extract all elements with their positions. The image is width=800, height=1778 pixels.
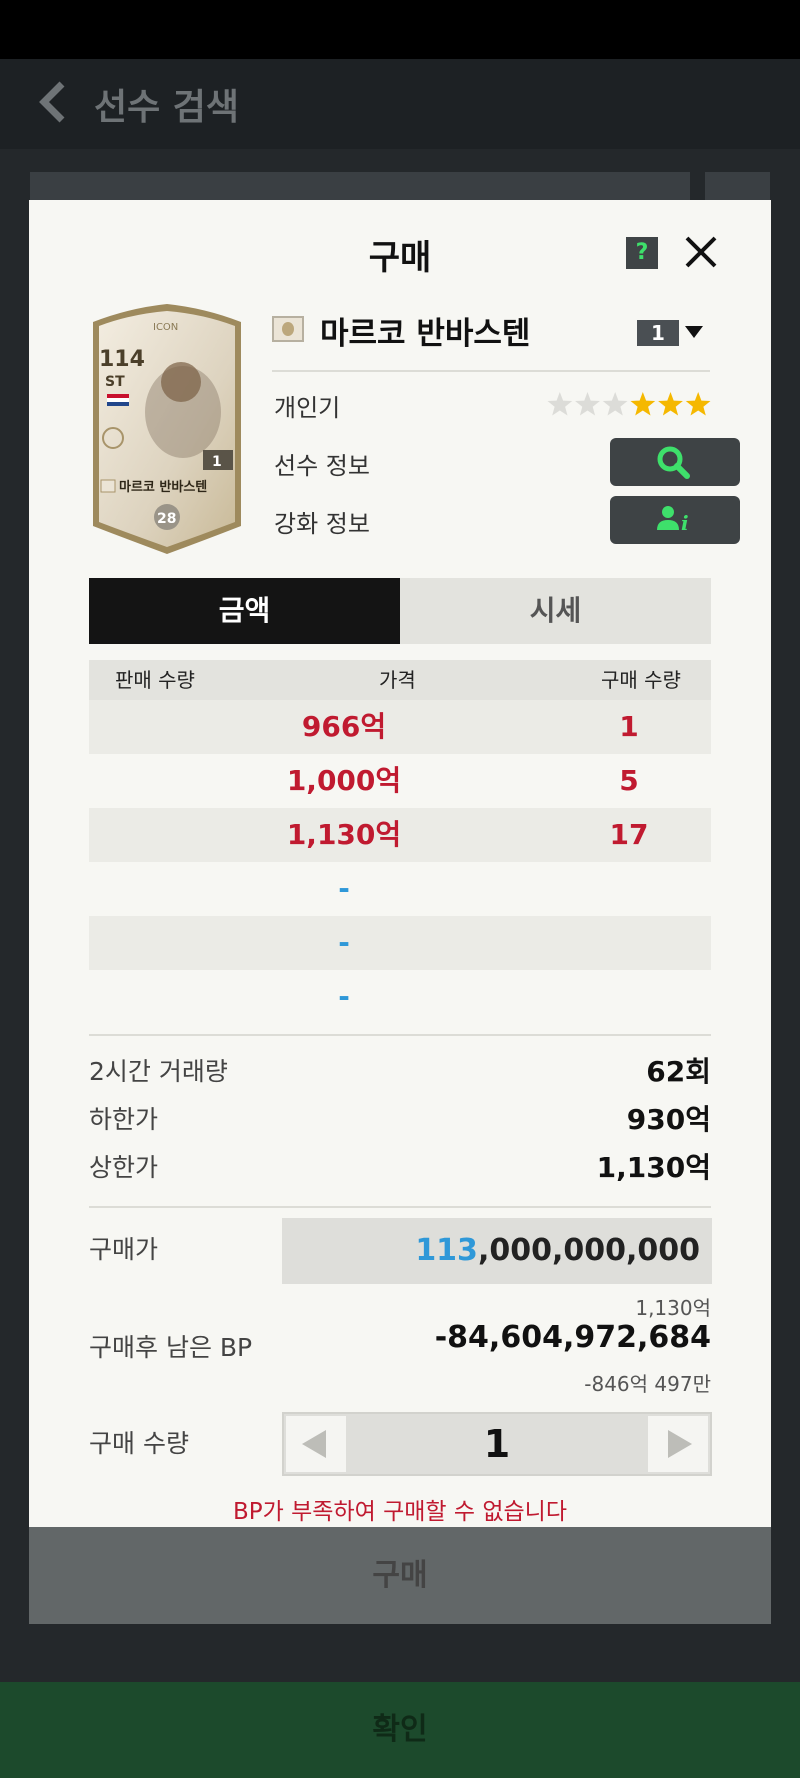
card-rating: 114 <box>99 347 145 372</box>
player-card: ICON 114 ST 1 마르코 반바스텐 28 <box>93 304 241 554</box>
remaining-bp-value: -84,604,972,684 <box>434 1320 711 1355</box>
player-info-button[interactable] <box>610 438 740 486</box>
quantity-value: 1 <box>483 1422 511 1466</box>
row-price: - <box>338 980 350 1013</box>
volume-label: 2시간 거래량 <box>89 1057 228 1086</box>
table-row: - <box>89 862 711 916</box>
quantity-stepper[interactable]: 1 <box>282 1412 712 1476</box>
row-qty: 1 <box>619 710 639 743</box>
close-icon[interactable] <box>679 230 723 274</box>
card-grade-badge: 1 <box>212 454 222 470</box>
popularity-label: 개인기 <box>274 394 341 422</box>
chevron-down-icon[interactable] <box>685 326 703 338</box>
player-name: 마르코 반바스텐 <box>320 316 531 352</box>
purchase-modal: 구매 ? ICON 114 ST 1 마르코 반바스텐 28 마르코 반바스텐 … <box>29 200 771 1624</box>
min-price-label: 하한가 <box>89 1105 159 1134</box>
popularity-stars <box>547 392 711 416</box>
user-info-icon: i <box>657 506 689 535</box>
divider <box>89 1034 711 1036</box>
tab-price[interactable]: 금액 <box>89 578 400 644</box>
row-price: 1,130억 <box>286 818 402 851</box>
increase-button[interactable] <box>648 1416 708 1472</box>
row-price: 966억 <box>301 710 387 743</box>
tab-market[interactable]: 시세 <box>400 578 711 644</box>
remaining-bp-label: 구매후 남은 BP <box>89 1333 253 1362</box>
decrease-button[interactable] <box>286 1416 346 1472</box>
table-row: - <box>89 970 711 1024</box>
star-filled-icon <box>685 392 711 416</box>
divider <box>89 1206 711 1208</box>
help-icon[interactable]: ? <box>626 237 658 269</box>
star-empty-icon <box>602 392 628 416</box>
buy-price-label: 구매가 <box>89 1235 159 1264</box>
row-qty: 17 <box>609 818 649 851</box>
card-position: ST <box>105 374 125 390</box>
svg-text:i: i <box>681 511 689 535</box>
search-icon <box>657 446 690 479</box>
table-row[interactable]: 966억 1 <box>89 700 711 754</box>
insufficient-bp-warning: BP가 부족하여 구매할 수 없습니다 <box>233 1499 567 1525</box>
buy-qty-label: 구매 수량 <box>89 1429 189 1458</box>
back-arrow-icon[interactable] <box>34 80 74 124</box>
table-row[interactable]: 1,130억 17 <box>89 808 711 862</box>
row-price: - <box>338 872 350 905</box>
table-header: 판매 수량 가격 구매 수량 <box>89 660 711 700</box>
confirm-label: 확인 <box>372 1712 428 1747</box>
upgrade-info-button[interactable]: i <box>610 496 740 544</box>
grade-select[interactable]: 1 <box>637 320 679 346</box>
divider <box>272 370 710 372</box>
remaining-bp-note: -846억 497만 <box>584 1372 711 1396</box>
star-filled-icon <box>630 392 656 416</box>
buy-price-value: 113,000,000,000 <box>415 1233 700 1268</box>
max-price-value: 1,130억 <box>596 1151 711 1184</box>
buy-price-field[interactable]: 113,000,000,000 <box>282 1218 712 1284</box>
arrow-right-icon <box>668 1430 692 1458</box>
row-qty: 5 <box>619 764 639 797</box>
header-price: 가격 <box>379 668 416 692</box>
star-empty-icon <box>575 392 600 416</box>
volume-value: 62회 <box>646 1055 711 1088</box>
status-bar <box>0 0 800 59</box>
row-price: - <box>338 926 350 959</box>
buy-price-note: 1,130억 <box>635 1296 711 1320</box>
row-price: 1,000억 <box>286 764 402 797</box>
buy-button[interactable]: 구매 <box>29 1527 771 1624</box>
arrow-left-icon <box>302 1430 326 1458</box>
star-filled-icon <box>658 392 683 416</box>
star-empty-icon <box>547 392 573 416</box>
table-row[interactable]: 1,000억 5 <box>89 754 711 808</box>
header-sell-qty: 판매 수량 <box>115 668 195 692</box>
card-salary: 28 <box>157 511 176 527</box>
table-row: - <box>89 916 711 970</box>
card-player-name: 마르코 반바스텐 <box>119 479 207 495</box>
upgrade-info-label: 강화 정보 <box>274 510 370 538</box>
player-info-label: 선수 정보 <box>274 452 370 480</box>
player-nation-icon <box>272 316 304 342</box>
background-title: 선수 검색 <box>94 87 240 128</box>
header-buy-qty: 구매 수량 <box>601 668 681 692</box>
min-price-value: 930억 <box>626 1103 711 1136</box>
modal-title: 구매 <box>368 238 432 278</box>
card-tag: ICON <box>153 322 178 333</box>
max-price-label: 상한가 <box>89 1153 159 1182</box>
